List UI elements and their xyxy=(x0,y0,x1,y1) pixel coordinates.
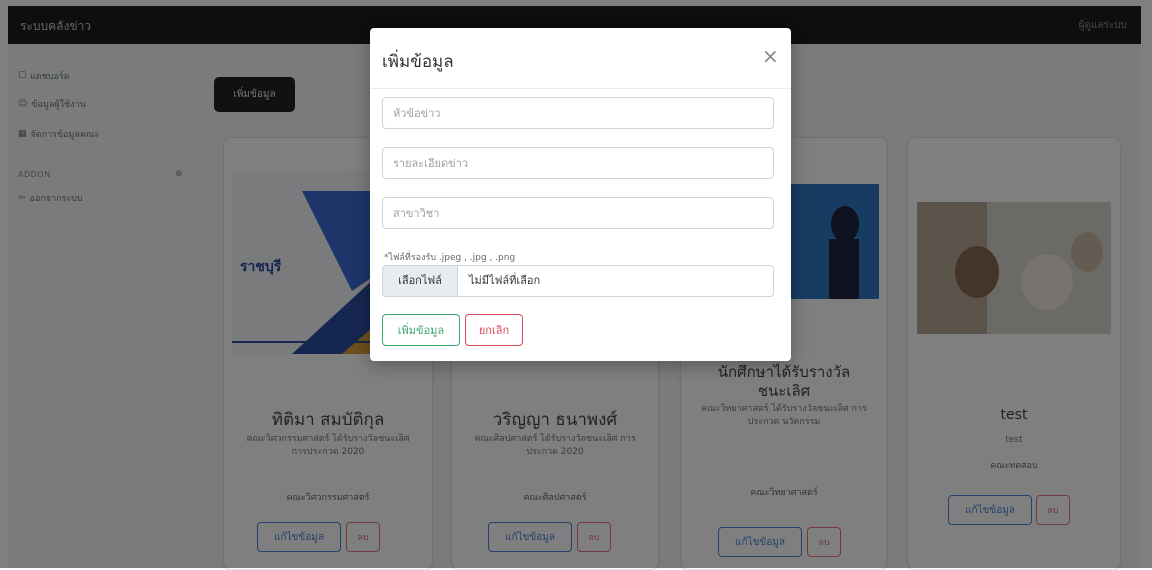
choose-file-button[interactable]: เลือกไฟล์ xyxy=(383,266,458,296)
file-type-hint: *ไฟล์ที่รองรับ .jpeg , .jpg , .png xyxy=(384,253,516,263)
modal-title: เพิ่มข้อมูล xyxy=(382,52,454,72)
close-icon[interactable]: × xyxy=(762,44,779,68)
news-detail-input[interactable] xyxy=(382,147,774,179)
file-input[interactable]: เลือกไฟล์ ไม่มีไฟล์ที่เลือก xyxy=(382,265,774,297)
news-title-input[interactable] xyxy=(382,97,774,129)
file-status: ไม่มีไฟล์ที่เลือก xyxy=(469,274,541,287)
cancel-button[interactable]: ยกเลิก xyxy=(465,314,523,346)
submit-button[interactable]: เพิ่มข้อมูล xyxy=(382,314,460,346)
department-input[interactable] xyxy=(382,197,774,229)
modal-header: เพิ่มข้อมูล × xyxy=(370,28,791,89)
add-news-modal: เพิ่มข้อมูล × *ไฟล์ที่รองรับ .jpeg , .jp… xyxy=(370,28,791,361)
